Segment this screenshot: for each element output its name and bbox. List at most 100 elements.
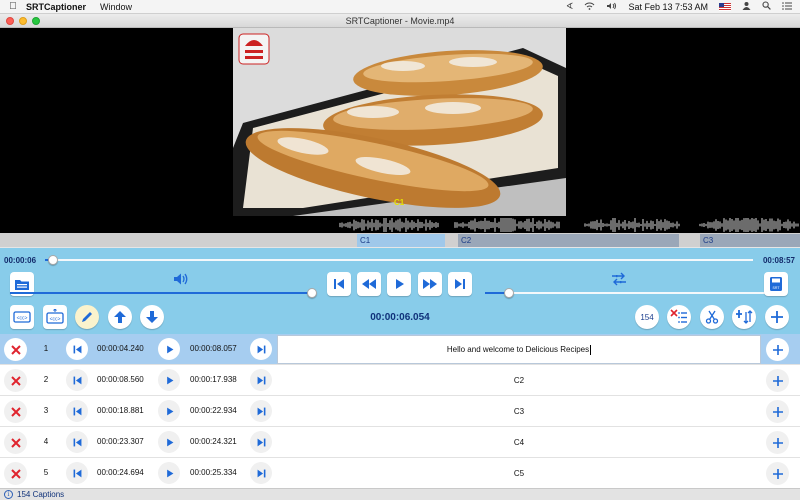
caption-text-field[interactable]: C5 [277,459,761,488]
insert-caption-after-button[interactable] [766,462,789,485]
set-end-button[interactable] [250,431,272,453]
go-to-start-button[interactable] [327,272,351,296]
add-caption-button[interactable] [765,305,789,329]
insert-caption-after-button[interactable] [766,400,789,423]
delete-all-captions-button[interactable] [667,305,691,329]
notification-center-icon[interactable] [782,1,792,12]
input-source-flag-icon[interactable] [719,2,731,11]
delete-caption-button[interactable] [4,338,27,361]
caption-row[interactable]: 3 00:00:18.881 00:00:22.934 C3 [0,396,800,427]
timeline-segment-c1[interactable]: C1 [357,234,445,247]
set-end-button[interactable] [250,369,272,391]
svg-text:SRT: SRT [773,286,781,290]
delete-x-icon [10,375,21,386]
edit-caption-button[interactable] [75,305,99,329]
caption-row[interactable]: 1 00:00:04.240 00:00:08.057 Hello and welco… [0,334,800,365]
caption-end-time[interactable]: 00:00:22.934 [190,406,237,415]
insert-caption-after-button[interactable] [766,431,789,454]
caption-end-time[interactable]: 00:00:08.057 [190,344,237,353]
set-start-button[interactable] [66,462,88,484]
wifi-icon[interactable] [584,2,595,12]
skip-to-end-icon [257,345,265,353]
rewind-button[interactable] [357,272,381,296]
split-caption-button[interactable] [700,305,724,329]
seek-track[interactable] [45,259,753,261]
save-srt-icon: SRT [770,277,782,291]
play-icon [166,376,173,384]
caption-row[interactable]: 5 00:00:24.694 00:00:25.334 C5 [0,458,800,489]
move-down-button[interactable] [140,305,164,329]
plus-icon [772,344,783,355]
set-end-button[interactable] [250,462,272,484]
export-captions-button[interactable]: <cc> [43,305,67,329]
go-to-end-button[interactable] [448,272,472,296]
fast-forward-button[interactable] [418,272,442,296]
timeline-segment-c2[interactable]: C2 [458,234,679,247]
caption-end-time[interactable]: 00:00:17.938 [190,375,237,384]
speed-slider-thumb[interactable] [503,288,514,298]
set-start-button[interactable] [66,369,88,391]
timeline-segment-c3[interactable]: C3 [700,234,800,247]
caption-text-field[interactable]: C2 [277,366,761,395]
play-caption-button[interactable] [158,369,180,391]
caption-start-time[interactable]: 00:00:08.560 [97,375,144,384]
save-srt-button[interactable]: SRT [764,272,788,296]
seek-slider-thumb[interactable] [47,255,58,265]
move-up-button[interactable] [108,305,132,329]
caption-start-time[interactable]: 00:00:24.694 [97,468,144,477]
delete-caption-button[interactable] [4,369,27,392]
caption-text-field[interactable]: C4 [277,428,761,457]
set-end-button[interactable] [250,338,272,360]
caption-start-time[interactable]: 00:00:18.881 [97,406,144,415]
delete-x-icon [10,437,21,448]
set-start-button[interactable] [66,400,88,422]
svg-text:<cc>: <cc> [17,316,28,322]
play-caption-button[interactable] [158,338,180,360]
skip-to-end-icon [455,279,465,289]
caption-end-time[interactable]: 00:00:25.334 [190,468,237,477]
caption-row[interactable]: 4 00:00:23.307 00:00:24.321 C4 [0,427,800,458]
user-icon[interactable] [742,1,751,12]
caption-row[interactable]: 2 00:00:08.560 00:00:17.938 C2 [0,365,800,396]
clock[interactable]: Sat Feb 13 7:53 AM [628,2,708,12]
import-captions-button[interactable]: <cc> [10,305,34,329]
volume-slider-track[interactable] [10,292,312,294]
set-start-button[interactable] [66,431,88,453]
caption-text-field[interactable]: Hello and welcome to Delicious Recipes [277,335,761,364]
play-caption-button[interactable] [158,462,180,484]
video-frame [233,28,566,216]
video-player[interactable]: C1 [0,28,800,233]
volume-icon[interactable] [606,2,617,12]
caption-number: 2 [43,375,49,384]
skip-to-end-icon [257,407,265,415]
speed-slider-track[interactable] [485,292,783,294]
set-end-button[interactable] [250,400,272,422]
insert-caption-after-button[interactable] [766,338,789,361]
caption-timeline[interactable]: C1 C2 C3 [0,233,800,247]
window-menu[interactable]: Window [100,2,132,12]
play-icon [166,469,173,477]
delete-caption-button[interactable] [4,431,27,454]
volume-slider-thumb[interactable] [307,288,317,298]
caption-end-time[interactable]: 00:00:24.321 [190,437,237,446]
caption-start-time[interactable]: 00:00:04.240 [97,344,144,353]
delete-x-icon [10,344,21,355]
caption-count-badge[interactable]: 154 [635,305,659,329]
bluetooth-icon[interactable]: ∢ [566,1,574,12]
play-button[interactable] [387,272,411,296]
set-start-button[interactable] [66,338,88,360]
insert-caption-after-button[interactable] [766,369,789,392]
play-caption-button[interactable] [158,400,180,422]
plus-icon [772,468,783,479]
spotlight-search-icon[interactable] [762,1,771,12]
caption-start-time[interactable]: 00:00:23.307 [97,437,144,446]
app-menu[interactable]: SRTCaptioner [26,2,86,12]
delete-caption-button[interactable] [4,462,27,485]
volume-speaker-icon [172,272,190,286]
insert-at-playhead-button[interactable] [732,305,756,329]
delete-caption-button[interactable] [4,400,27,423]
apple-icon[interactable]:  [0,1,26,12]
speed-adjust-icon [610,272,628,286]
caption-text-field[interactable]: C3 [277,397,761,426]
play-caption-button[interactable] [158,431,180,453]
